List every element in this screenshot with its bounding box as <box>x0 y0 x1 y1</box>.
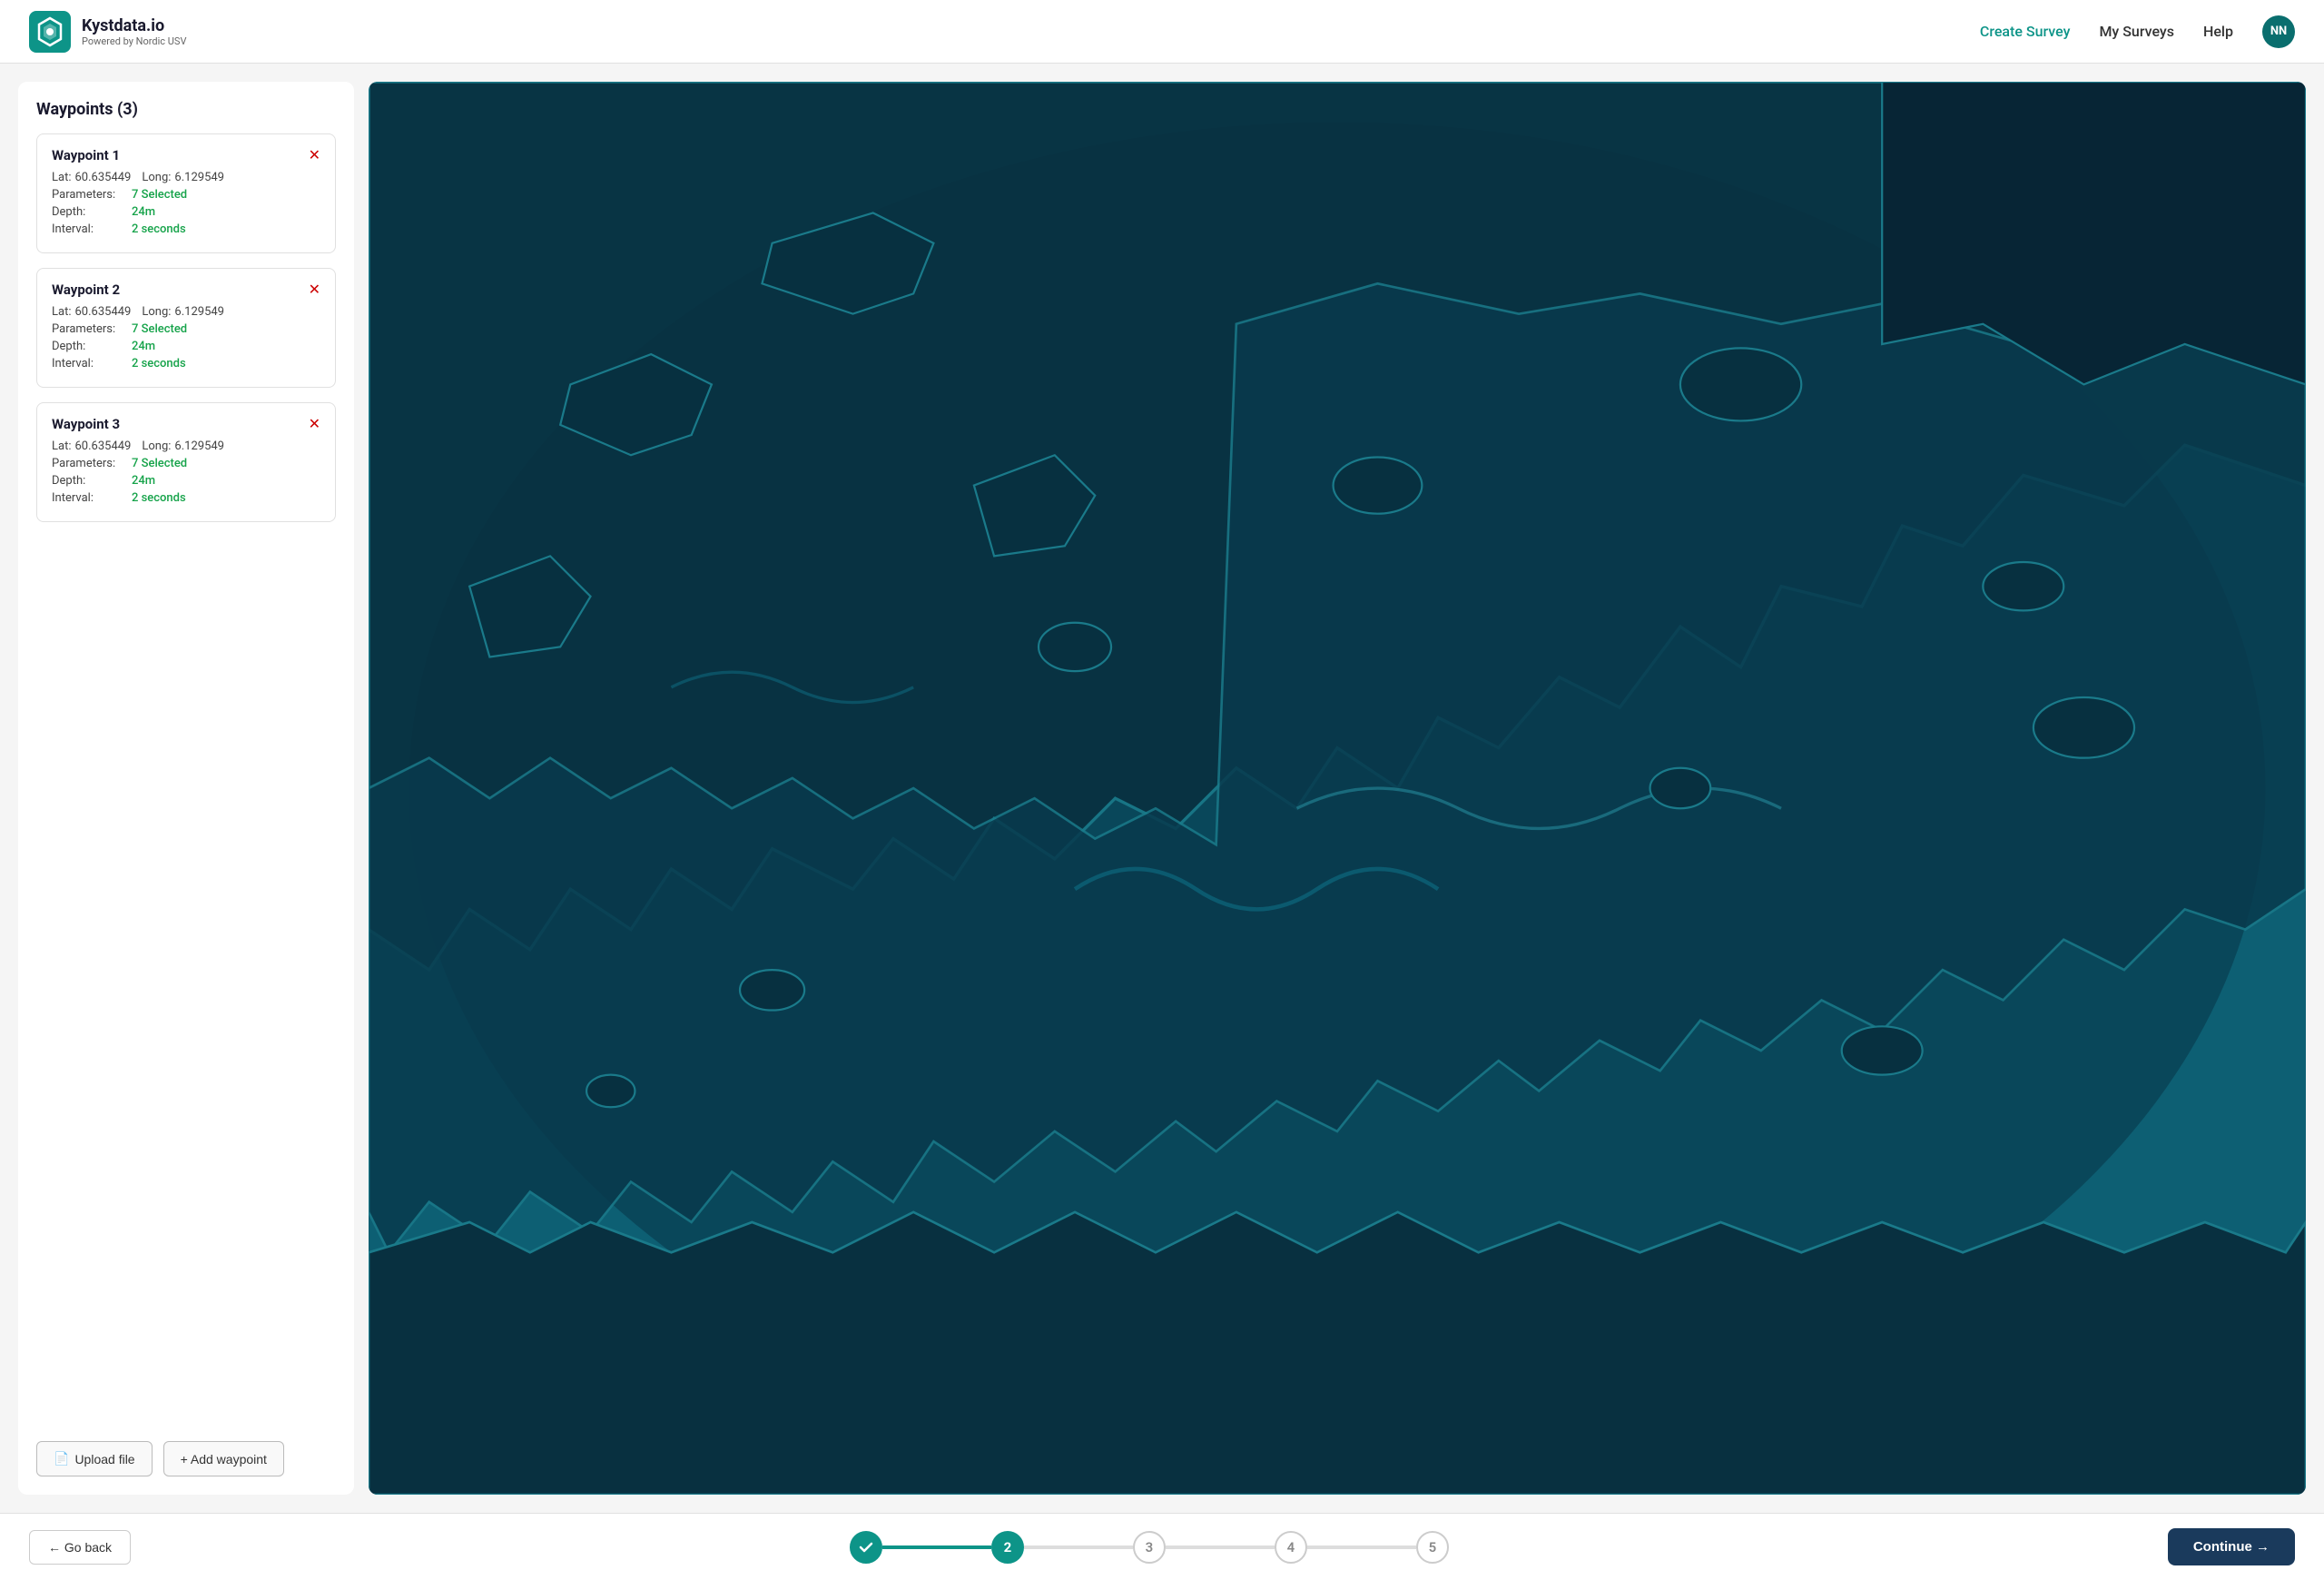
waypoint-2-depth: Depth: 24m <box>52 340 320 353</box>
main-content: Waypoints (3) Waypoint 1 ✕ Lat: 60.63544… <box>0 64 2324 1513</box>
avatar[interactable]: NN <box>2262 15 2295 48</box>
step-3-circle: 3 <box>1133 1531 1166 1564</box>
nav-create-survey[interactable]: Create Survey <box>1980 23 2071 40</box>
waypoint-3-params: Parameters: 7 Selected <box>52 457 320 470</box>
add-waypoint-button[interactable]: + Add waypoint <box>163 1441 284 1476</box>
depth-label-3: Depth: <box>52 474 124 488</box>
stepper: 2 3 4 5 <box>153 1531 2146 1564</box>
step-4-label: 4 <box>1287 1539 1295 1555</box>
upload-label: Upload file <box>74 1452 134 1466</box>
waypoint-2-close-icon[interactable]: ✕ <box>309 282 320 297</box>
logo-text: Kystdata.io Powered by Nordic USV <box>82 16 186 47</box>
interval-val-1: 2 seconds <box>132 222 186 236</box>
waypoint-3-close-icon[interactable]: ✕ <box>309 417 320 431</box>
step-line-1-2 <box>882 1545 991 1549</box>
waypoint-1-close-icon[interactable]: ✕ <box>309 148 320 163</box>
step-4-circle: 4 <box>1275 1531 1307 1564</box>
waypoint-2-coords: Lat: 60.635449 Long: 6.129549 <box>52 305 320 319</box>
lat-label-2: Lat: <box>52 305 71 319</box>
lat-val-2: 60.635449 <box>74 305 131 319</box>
step-1-circle <box>850 1531 882 1564</box>
footer: ← Go back 2 3 4 5 Continue → <box>0 1513 2324 1580</box>
waypoint-1-depth: Depth: 24m <box>52 205 320 219</box>
interval-val-3: 2 seconds <box>132 491 186 505</box>
waypoint-3-title: Waypoint 3 <box>52 416 120 432</box>
go-back-button[interactable]: ← Go back <box>29 1530 131 1565</box>
upload-icon: 📄 <box>54 1451 69 1466</box>
long-val-3: 6.129549 <box>174 439 224 453</box>
params-label-2: Parameters: <box>52 322 124 336</box>
lat-label-3: Lat: <box>52 439 71 453</box>
params-label-1: Parameters: <box>52 188 124 202</box>
map-area[interactable] <box>369 82 2306 1495</box>
interval-label-1: Interval: <box>52 222 124 236</box>
step-2-circle: 2 <box>991 1531 1024 1564</box>
params-val-3: 7 Selected <box>132 457 187 470</box>
waypoint-1-params: Parameters: 7 Selected <box>52 188 320 202</box>
nav-help[interactable]: Help <box>2203 23 2233 40</box>
nav-my-surveys[interactable]: My Surveys <box>2099 23 2174 40</box>
logo-area: Kystdata.io Powered by Nordic USV <box>29 11 1980 53</box>
params-val-2: 7 Selected <box>132 322 187 336</box>
lat-val-3: 60.635449 <box>74 439 131 453</box>
step-2-label: 2 <box>1004 1539 1012 1555</box>
waypoint-3-depth: Depth: 24m <box>52 474 320 488</box>
waypoint-card-2: Waypoint 2 ✕ Lat: 60.635449 Long: 6.1295… <box>36 268 336 388</box>
step-5-label: 5 <box>1429 1539 1437 1555</box>
waypoints-title: Waypoints (3) <box>36 100 336 119</box>
header: Kystdata.io Powered by Nordic USV Create… <box>0 0 2324 64</box>
map-svg <box>369 82 2306 1495</box>
step-line-4-5 <box>1307 1545 1416 1549</box>
long-label-2: Long: <box>142 305 171 319</box>
step-line-2-3 <box>1024 1545 1133 1549</box>
long-val-2: 6.129549 <box>174 305 224 319</box>
waypoint-card-1: Waypoint 1 ✕ Lat: 60.635449 Long: 6.1295… <box>36 133 336 253</box>
step-3-label: 3 <box>1146 1539 1154 1555</box>
waypoint-3-coords: Lat: 60.635449 Long: 6.129549 <box>52 439 320 453</box>
depth-val-2: 24m <box>132 340 155 353</box>
waypoint-1-interval: Interval: 2 seconds <box>52 222 320 236</box>
logo-icon <box>29 11 71 53</box>
waypoint-1-title: Waypoint 1 <box>52 147 120 163</box>
waypoint-1-coords: Lat: 60.635449 Long: 6.129549 <box>52 171 320 184</box>
interval-label-2: Interval: <box>52 357 124 370</box>
checkmark-icon <box>858 1539 874 1555</box>
upload-file-button[interactable]: 📄 Upload file <box>36 1441 153 1476</box>
depth-val-1: 24m <box>132 205 155 219</box>
logo-title: Kystdata.io <box>82 16 186 35</box>
lat-val-1: 60.635449 <box>74 171 131 184</box>
params-val-1: 7 Selected <box>132 188 187 202</box>
sidebar: Waypoints (3) Waypoint 1 ✕ Lat: 60.63544… <box>18 82 354 1495</box>
params-label-3: Parameters: <box>52 457 124 470</box>
long-label-3: Long: <box>142 439 171 453</box>
header-nav: Create Survey My Surveys Help NN <box>1980 15 2295 48</box>
sidebar-actions: 📄 Upload file + Add waypoint <box>36 1441 336 1476</box>
waypoint-card-3: Waypoint 3 ✕ Lat: 60.635449 Long: 6.1295… <box>36 402 336 522</box>
step-line-3-4 <box>1166 1545 1275 1549</box>
waypoint-2-params: Parameters: 7 Selected <box>52 322 320 336</box>
add-label: + Add waypoint <box>181 1452 267 1466</box>
interval-label-3: Interval: <box>52 491 124 505</box>
logo-subtitle: Powered by Nordic USV <box>82 35 186 47</box>
long-label-1: Long: <box>142 171 171 184</box>
lat-label-1: Lat: <box>52 171 71 184</box>
interval-val-2: 2 seconds <box>132 357 186 370</box>
depth-val-3: 24m <box>132 474 155 488</box>
waypoint-3-interval: Interval: 2 seconds <box>52 491 320 505</box>
waypoint-2-title: Waypoint 2 <box>52 281 120 298</box>
depth-label-2: Depth: <box>52 340 124 353</box>
step-5-circle: 5 <box>1416 1531 1449 1564</box>
depth-label-1: Depth: <box>52 205 124 219</box>
continue-button[interactable]: Continue → <box>2168 1528 2295 1565</box>
waypoint-2-interval: Interval: 2 seconds <box>52 357 320 370</box>
long-val-1: 6.129549 <box>174 171 224 184</box>
